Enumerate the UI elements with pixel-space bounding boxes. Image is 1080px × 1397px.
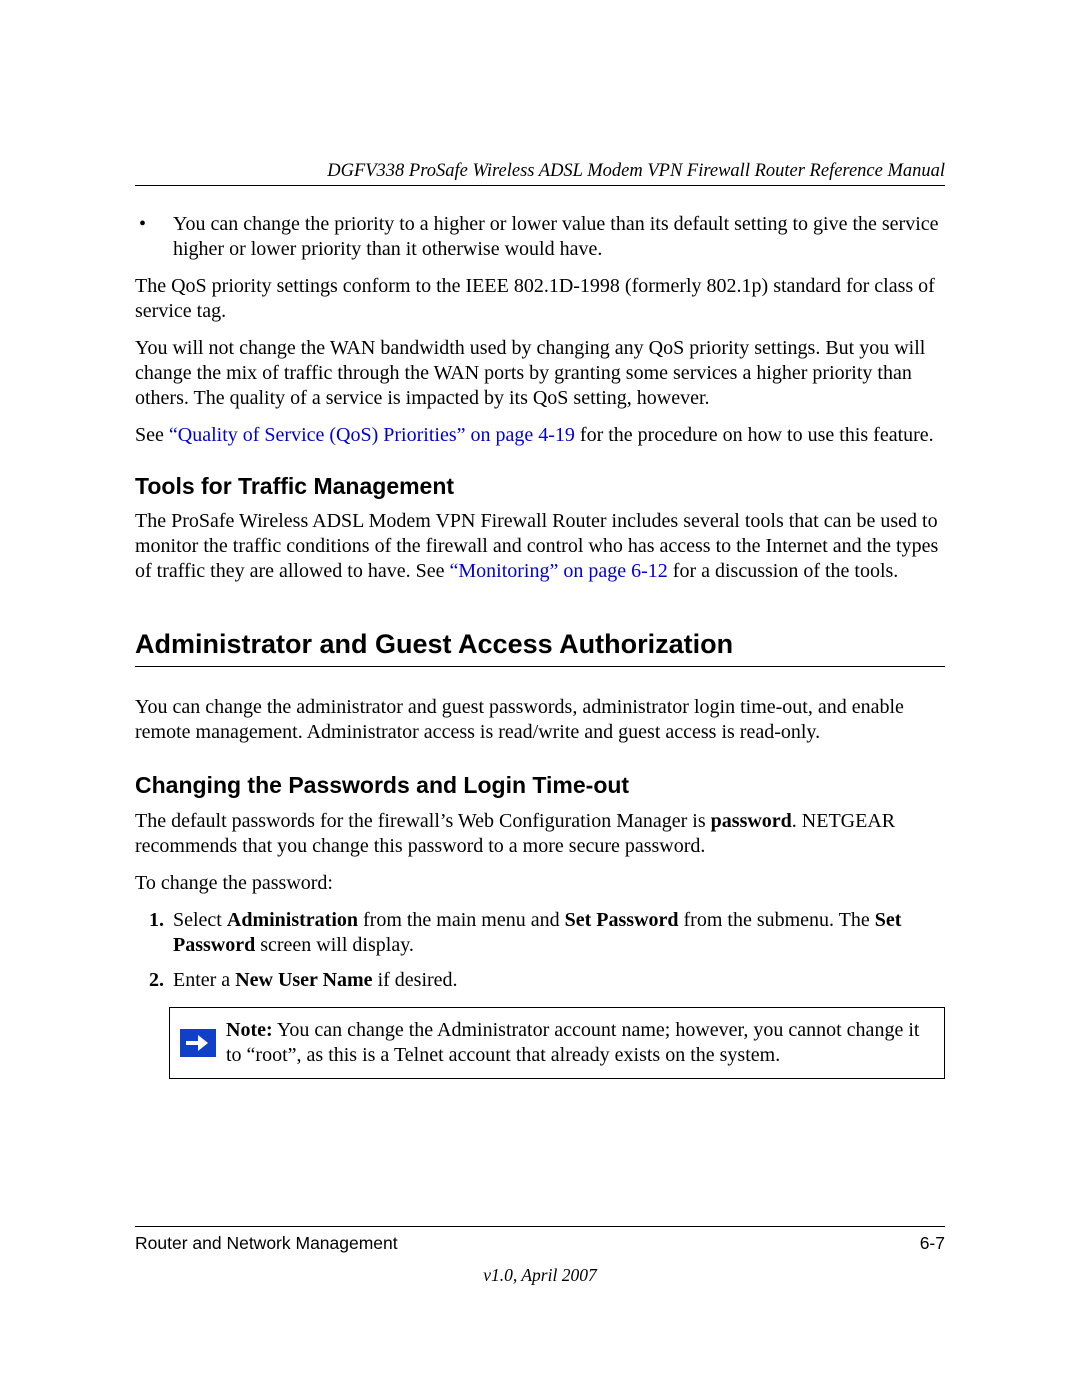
bold-text: Set Password <box>565 909 679 931</box>
note-box: Note: You can change the Administrator a… <box>169 1007 945 1079</box>
step-item: Select Administration from the main menu… <box>169 908 945 958</box>
paragraph: The default passwords for the firewall’s… <box>135 809 945 859</box>
text: screen will display. <box>255 934 414 956</box>
heading-passwords: Changing the Passwords and Login Time-ou… <box>135 771 945 800</box>
bullet-list: • You can change the priority to a highe… <box>135 212 945 262</box>
header-rule <box>135 185 945 186</box>
note-label: Note: <box>226 1019 273 1041</box>
footer-page-number: 6-7 <box>920 1233 945 1255</box>
text: for a discussion of the tools. <box>668 560 899 582</box>
page-footer: Router and Network Management 6-7 v1.0, … <box>135 1226 945 1287</box>
text: See <box>135 424 169 446</box>
paragraph: The QoS priority settings conform to the… <box>135 274 945 324</box>
footer-row: Router and Network Management 6-7 <box>135 1233 945 1255</box>
text: The default passwords for the firewall’s… <box>135 810 711 832</box>
heading-rule <box>135 666 945 667</box>
paragraph: See “Quality of Service (QoS) Priorities… <box>135 423 945 448</box>
ordered-steps: Select Administration from the main menu… <box>135 908 945 993</box>
text: from the main menu and <box>358 909 565 931</box>
text: Select <box>173 909 227 931</box>
cross-reference-link[interactable]: “Quality of Service (QoS) Priorities” on… <box>169 424 575 446</box>
text: for the procedure on how to use this fea… <box>575 424 934 446</box>
bold-text: New User Name <box>235 969 372 991</box>
step-item: Enter a New User Name if desired. <box>169 968 945 993</box>
cross-reference-link[interactable]: “Monitoring” on page 6-12 <box>450 560 668 582</box>
bold-text: Administration <box>227 909 358 931</box>
note-text: Note: You can change the Administrator a… <box>226 1008 944 1078</box>
heading-tools: Tools for Traffic Management <box>135 472 945 501</box>
document-page: DGFV338 ProSafe Wireless ADSL Modem VPN … <box>0 0 1080 1397</box>
arrow-right-icon <box>180 1029 216 1057</box>
note-icon-cell <box>170 1008 226 1078</box>
text: from the submenu. The <box>679 909 875 931</box>
footer-version: v1.0, April 2007 <box>135 1265 945 1287</box>
paragraph: The ProSafe Wireless ADSL Modem VPN Fire… <box>135 509 945 584</box>
footer-chapter: Router and Network Management <box>135 1233 398 1255</box>
bullet-item: • You can change the priority to a highe… <box>135 212 945 262</box>
text: if desired. <box>373 969 458 991</box>
bullet-text: You can change the priority to a higher … <box>173 212 945 262</box>
paragraph: To change the password: <box>135 871 945 896</box>
footer-rule <box>135 1226 945 1227</box>
paragraph: You will not change the WAN bandwidth us… <box>135 336 945 411</box>
text: Enter a <box>173 969 235 991</box>
heading-admin-access: Administrator and Guest Access Authoriza… <box>135 628 945 662</box>
paragraph: You can change the administrator and gue… <box>135 695 945 745</box>
note-body: You can change the Administrator account… <box>226 1019 919 1066</box>
running-header: DGFV338 ProSafe Wireless ADSL Modem VPN … <box>135 160 945 183</box>
bold-text: password <box>711 810 792 832</box>
bullet-marker: • <box>135 212 173 262</box>
